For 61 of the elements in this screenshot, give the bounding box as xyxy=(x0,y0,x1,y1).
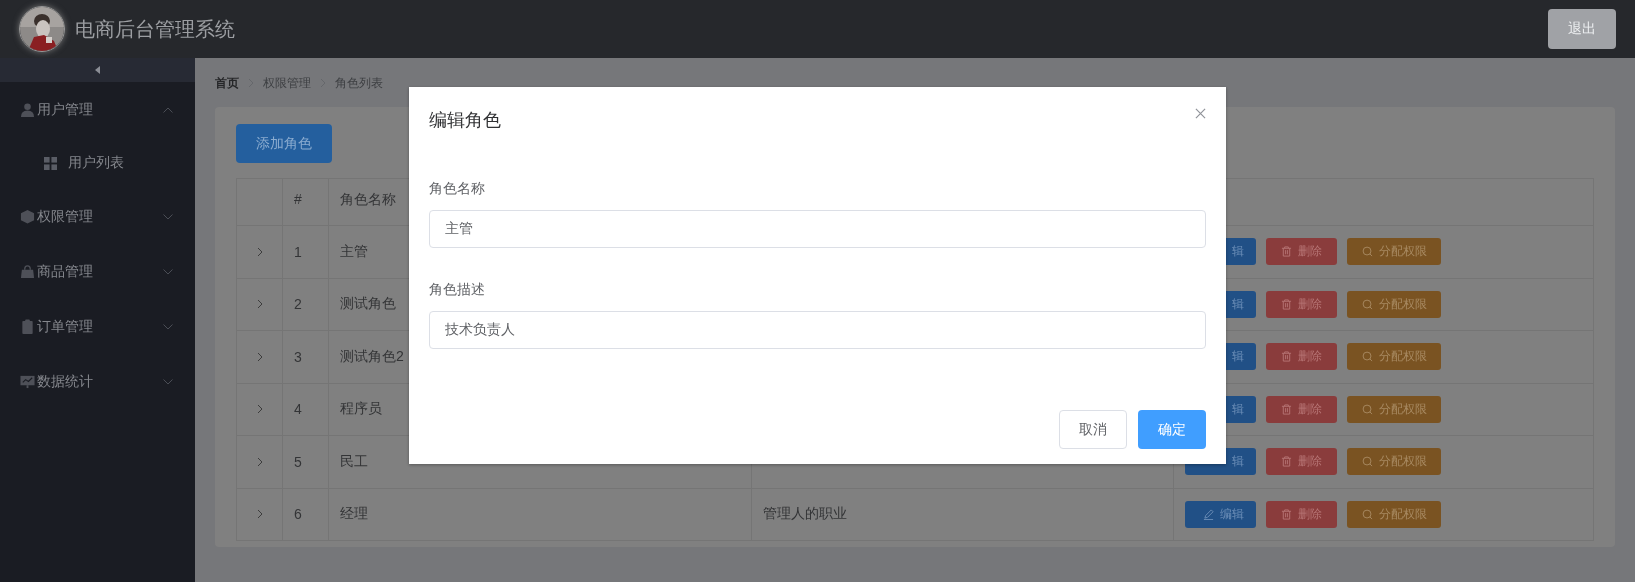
menu-item[interactable]: 用户管理 xyxy=(0,82,195,137)
add-role-button[interactable]: 添加角色 xyxy=(236,124,332,163)
expand-row-icon[interactable] xyxy=(256,299,263,310)
field-label: 角色名称 xyxy=(429,180,486,198)
app-title: 电商后台管理系统 xyxy=(75,16,235,42)
field-label: 角色描述 xyxy=(429,281,486,299)
menu-item[interactable]: 权限管理 xyxy=(0,189,195,244)
table-cell: 5 xyxy=(283,436,329,488)
submenu-item[interactable]: 用户列表 xyxy=(0,137,195,189)
search-icon xyxy=(1361,351,1373,363)
table-cell: 管理人的职业 xyxy=(763,505,847,524)
expand-row-icon[interactable] xyxy=(256,456,263,467)
collapse-icon xyxy=(94,66,101,74)
assign-permission-button[interactable]: 分配权限 xyxy=(1347,238,1441,266)
edit-button[interactable]: 编辑 xyxy=(1185,500,1256,528)
trash-icon xyxy=(1281,508,1292,520)
clipboard-icon xyxy=(20,319,35,334)
expand-row-icon[interactable] xyxy=(256,509,263,520)
trash-icon xyxy=(1281,246,1292,258)
table-cell: 2 xyxy=(283,278,329,330)
breadcrumb-link[interactable]: 首页 xyxy=(215,74,239,92)
search-icon xyxy=(1361,246,1373,258)
input-field[interactable]: 技术负责人 xyxy=(429,311,1206,349)
table-cell: 3 xyxy=(283,331,329,383)
pencil-icon xyxy=(1203,508,1214,520)
expand-row-icon[interactable] xyxy=(256,351,263,362)
table-cell: 经理 xyxy=(329,488,752,540)
dialog-title: 编辑角色 xyxy=(429,109,501,132)
bag-icon xyxy=(20,264,35,279)
search-icon xyxy=(1361,298,1373,310)
table-cell: 6 xyxy=(283,488,329,540)
user-icon xyxy=(20,102,35,117)
table-cell: 1 xyxy=(283,226,329,278)
cancel-button[interactable]: 取消 xyxy=(1059,410,1127,449)
assign-permission-button[interactable]: 分配权限 xyxy=(1347,448,1441,476)
expand-row-icon[interactable] xyxy=(256,246,263,257)
expand-row-icon[interactable] xyxy=(256,404,263,415)
close-icon[interactable] xyxy=(1195,108,1206,119)
logout-button[interactable]: 退出 xyxy=(1548,9,1616,49)
menu-item[interactable]: 订单管理 xyxy=(0,299,195,354)
search-icon xyxy=(1361,456,1373,468)
trash-icon xyxy=(1281,351,1292,363)
search-icon xyxy=(1361,403,1373,415)
trash-icon xyxy=(1281,456,1292,468)
assign-permission-button[interactable]: 分配权限 xyxy=(1347,290,1441,318)
chart-icon xyxy=(20,374,35,389)
grid-icon xyxy=(44,156,57,170)
box-icon xyxy=(20,209,35,224)
input-field[interactable]: 主管 xyxy=(429,210,1206,248)
menu-item[interactable]: 商品管理 xyxy=(0,244,195,299)
confirm-button[interactable]: 确定 xyxy=(1138,410,1206,449)
table-header-cell: # xyxy=(283,179,329,225)
menu-item[interactable]: 数据统计 xyxy=(0,354,195,409)
collapse-toggle[interactable] xyxy=(0,58,195,82)
search-icon xyxy=(1361,508,1373,520)
trash-icon xyxy=(1281,403,1292,415)
assign-permission-button[interactable]: 分配权限 xyxy=(1347,343,1441,371)
trash-icon xyxy=(1281,298,1292,310)
assign-permission-button[interactable]: 分配权限 xyxy=(1347,500,1441,528)
assign-permission-button[interactable]: 分配权限 xyxy=(1347,395,1441,423)
table-cell: 4 xyxy=(283,383,329,435)
